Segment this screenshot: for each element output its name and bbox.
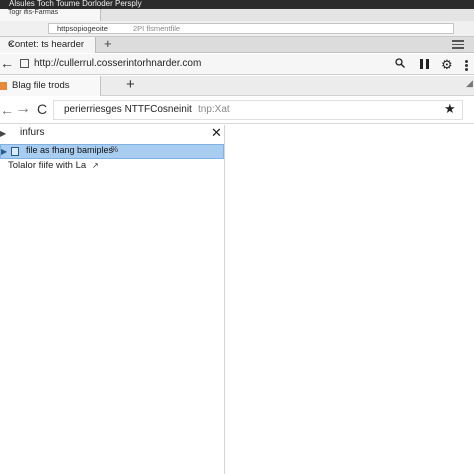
item-badge: % [111, 145, 119, 154]
selected-list-item[interactable]: ▶ file as fhang bamiples % [0, 144, 224, 159]
find-row[interactable]: ▶ infurs ✕ [0, 125, 224, 143]
inner-tab-strip: Blag file trods + ◢ [0, 76, 474, 96]
inner-url-text: perierriesges NTTFCosneinit [64, 104, 192, 115]
more-options-icon[interactable] [465, 60, 468, 71]
mid-tab-strip: Contet: ts hearder × + [0, 36, 474, 53]
expand-arrow-icon[interactable]: ▶ [0, 129, 6, 138]
mid-new-tab-button[interactable]: + [104, 36, 112, 51]
mid-tab[interactable]: Contet: ts hearder × [0, 37, 96, 53]
list-item[interactable]: Tolalor fiife with La ↗ [0, 159, 224, 174]
mid-url-text[interactable]: http://cullerrul.cosserintorhnarder.com [34, 58, 201, 69]
list-item-label: Tolalor fiife with La [8, 160, 87, 171]
find-label: infurs [20, 127, 45, 138]
side-panel: ▶ infurs ✕ ▶ file as fhang bamiples % To… [0, 125, 225, 474]
selected-item-label: file as fhang bamiples [26, 145, 114, 155]
outer-tab[interactable]: Togr ifis-Farmas [0, 9, 101, 21]
gear-icon[interactable]: ⚙ [441, 57, 453, 73]
corner-grip-icon: ◢ [466, 78, 473, 88]
inner-nav-bar: ← → C perierriesges NTTFCosneinit tnp:Xa… [0, 97, 474, 124]
favicon-icon [0, 82, 7, 90]
mid-tab-close-icon[interactable]: × [8, 39, 14, 50]
expand-arrow-icon[interactable]: ▶ [1, 147, 7, 156]
outer-window-title: Alsules Toch Toume Dorloder Persply [9, 0, 142, 8]
search-icon[interactable] [395, 58, 405, 68]
content-area: ▶ infurs ✕ ▶ file as fhang bamiples % To… [0, 125, 474, 474]
outer-address-bar: httpsopiogeoite 2PI flsmentfile [0, 21, 474, 37]
inner-back-button[interactable]: ← [0, 102, 14, 118]
pause-icon[interactable] [420, 59, 429, 69]
inner-tab-label: Blag file trods [12, 80, 70, 91]
inner-url-placeholder: tnp:Xat [198, 104, 230, 115]
reload-icon[interactable]: C [37, 101, 47, 117]
outer-url-text: httpsopiogeoite [57, 24, 108, 33]
outer-window-titlebar: Alsules Toch Toume Dorloder Persply [0, 0, 474, 9]
file-icon [11, 147, 19, 156]
outer-url-field[interactable]: httpsopiogeoite 2PI flsmentfile [48, 23, 454, 34]
inner-url-field[interactable]: perierriesges NTTFCosneinit tnp:Xat ★ [53, 100, 463, 120]
outer-tab-label: Togr ifis-Farmas [8, 9, 59, 16]
bookmark-star-icon[interactable]: ★ [444, 101, 456, 117]
page-icon [20, 59, 29, 68]
hamburger-menu-icon[interactable] [452, 40, 464, 50]
outer-url-extra: 2PI flsmentfile [133, 24, 181, 33]
mid-address-bar: ← http://cullerrul.cosserintorhnarder.co… [0, 54, 474, 75]
inner-tab[interactable]: Blag file trods [0, 76, 101, 96]
inner-forward-button[interactable]: → [15, 100, 31, 118]
mid-tab-label: Contet: ts hearder [8, 39, 85, 50]
mid-back-button[interactable]: ← [0, 55, 14, 71]
cursor-icon: ↗ [92, 161, 99, 170]
inner-new-tab-button[interactable]: + [126, 76, 135, 93]
outer-tab-strip: Togr ifis-Farmas [0, 9, 474, 21]
close-icon[interactable]: ✕ [211, 125, 222, 141]
